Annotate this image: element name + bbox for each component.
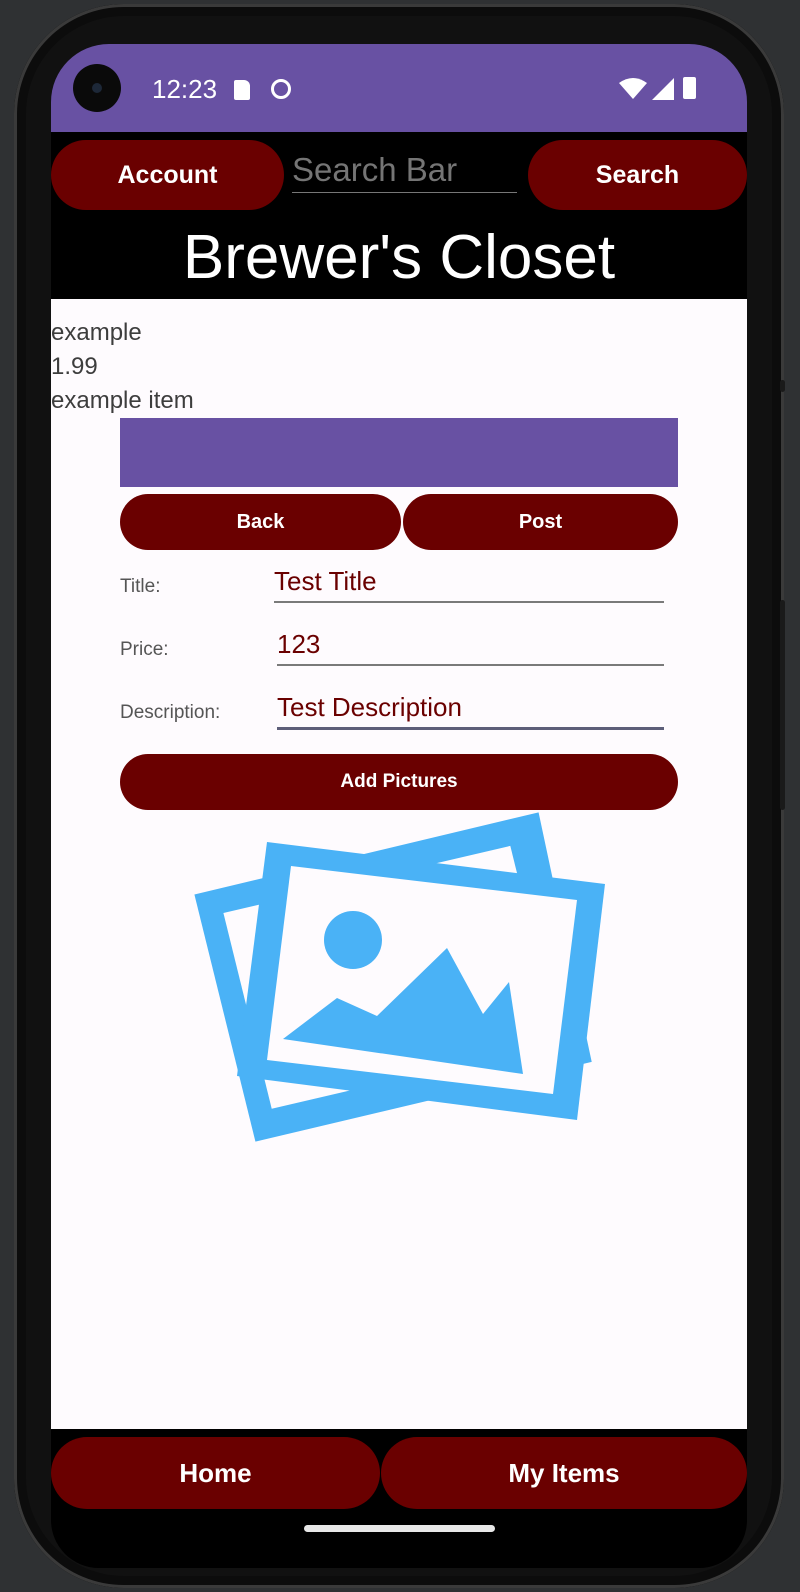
bottom-nav: Home My Items bbox=[51, 1437, 747, 1509]
add-pictures-button[interactable]: Add Pictures bbox=[120, 754, 678, 810]
search-input[interactable] bbox=[292, 148, 517, 193]
top-bar: Account Search bbox=[51, 140, 747, 212]
app-title: Brewer's Closet bbox=[182, 223, 616, 292]
power-button bbox=[780, 380, 785, 392]
image-placeholder-bar bbox=[120, 418, 678, 487]
volume-button bbox=[780, 600, 785, 810]
title-label: Title: bbox=[120, 576, 161, 597]
price-label: Price: bbox=[120, 639, 169, 660]
post-button[interactable]: Post bbox=[403, 494, 678, 550]
status-time: 12:23 bbox=[152, 74, 218, 104]
item-price: 1.99 bbox=[51, 353, 98, 380]
title-field[interactable] bbox=[274, 561, 664, 603]
gallery-icon[interactable] bbox=[187, 812, 607, 1142]
camera-icon bbox=[73, 64, 121, 112]
item-description: example item bbox=[51, 387, 194, 414]
wifi-icon bbox=[619, 78, 647, 99]
face-icon bbox=[271, 79, 291, 99]
item-name: example bbox=[51, 319, 142, 346]
screen: 12:23 Account Search Brewer's Closet exa… bbox=[51, 44, 747, 1568]
sd-card-icon bbox=[234, 80, 250, 100]
gesture-handle[interactable] bbox=[304, 1525, 495, 1532]
search-button[interactable]: Search bbox=[528, 140, 747, 210]
description-field[interactable] bbox=[277, 687, 664, 730]
battery-icon bbox=[683, 77, 696, 99]
home-button[interactable]: Home bbox=[51, 1437, 380, 1509]
content-area: example 1.99 example item Back Post Titl… bbox=[51, 299, 747, 1429]
account-button[interactable]: Account bbox=[51, 140, 284, 210]
status-bar: 12:23 bbox=[51, 44, 747, 132]
description-label: Description: bbox=[120, 702, 221, 723]
signal-icon bbox=[652, 78, 674, 100]
price-field[interactable] bbox=[277, 624, 664, 666]
back-button[interactable]: Back bbox=[120, 494, 401, 550]
my-items-button[interactable]: My Items bbox=[381, 1437, 747, 1509]
